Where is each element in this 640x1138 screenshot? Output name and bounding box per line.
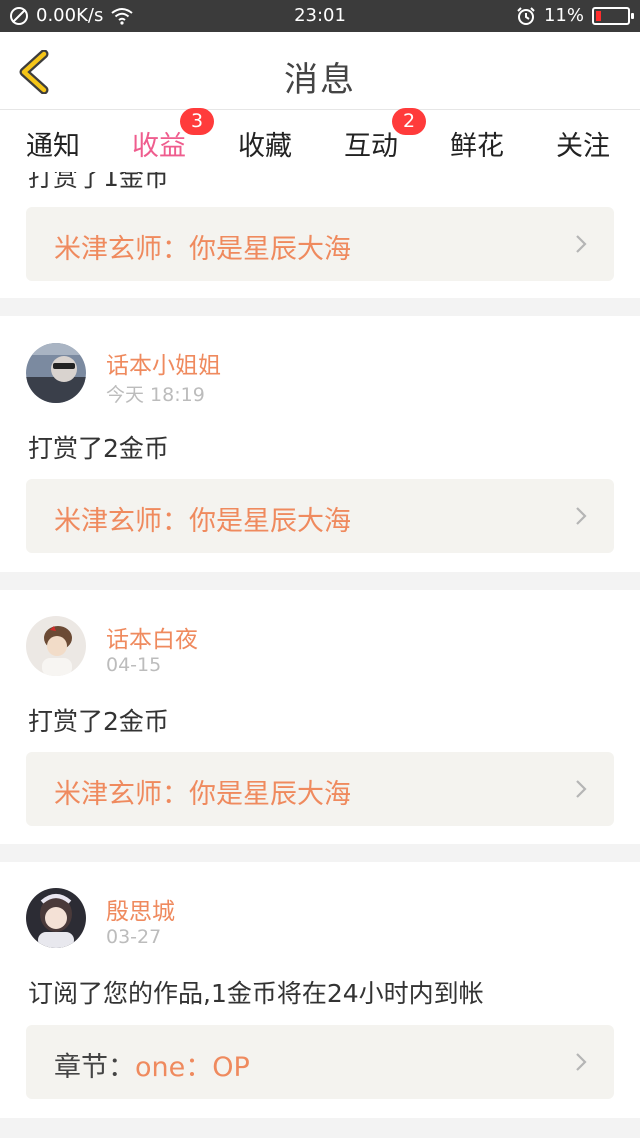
work-link[interactable]: 米津玄师：你是星辰大海 <box>26 207 614 281</box>
message-card: 话本白夜 04-15 打赏了2金币 米津玄师：你是星辰大海 <box>0 590 640 844</box>
chapter-prefix: 章节： <box>54 1052 135 1083</box>
work-link[interactable]: 米津玄师：你是星辰大海 <box>26 479 614 553</box>
message-text: 打赏了2金币 <box>28 434 169 463</box>
tab-label: 收益 <box>132 131 186 162</box>
battery-icon <box>592 6 634 25</box>
chapter-link[interactable]: 章节：one：OP <box>26 1025 614 1099</box>
message-card: 打赏了1金币 米津玄师：你是星辰大海 <box>0 172 640 298</box>
unread-badge: 3 <box>180 108 214 135</box>
tab-label: 互动 <box>344 131 398 162</box>
user-name[interactable]: 话本白夜 <box>106 620 198 654</box>
work-link[interactable]: 米津玄师：你是星辰大海 <box>26 752 614 826</box>
user-name[interactable]: 话本小姐姐 <box>106 346 221 380</box>
message-date: 03-27 <box>106 926 162 948</box>
chapter-title: 章节：one：OP <box>54 1045 250 1084</box>
chapter-name: one：OP <box>135 1052 250 1083</box>
tab-earnings[interactable]: 收益 3 <box>132 108 214 177</box>
battery-percent: 11% <box>543 5 584 26</box>
message-text: 订阅了您的作品,1金币将在24小时内到帐 <box>28 979 484 1008</box>
user-name[interactable]: 殷思城 <box>106 892 175 926</box>
message-card: 话本小姐姐 今天 18:19 打赏了2金币 米津玄师：你是星辰大海 <box>0 316 640 572</box>
message-date: 04-15 <box>106 654 162 676</box>
page-title: 消息 <box>284 60 356 100</box>
tab-label: 鲜花 <box>450 131 504 162</box>
tab-interactions[interactable]: 互动 2 <box>344 108 426 163</box>
avatar[interactable] <box>26 343 86 403</box>
message-card: 殷思城 03-27 订阅了您的作品,1金币将在24小时内到帐 章节：one：OP <box>0 862 640 1118</box>
work-title: 米津玄师：你是星辰大海 <box>54 779 351 810</box>
work-title: 米津玄师：你是星辰大海 <box>54 234 351 265</box>
tab-flowers[interactable]: 鲜花 <box>450 124 504 163</box>
navigation-header: 消息 <box>0 32 640 110</box>
tab-notifications[interactable]: 通知 <box>26 124 80 163</box>
message-date: 今天 18:19 <box>106 384 205 406</box>
tab-following[interactable]: 关注 <box>556 124 610 163</box>
avatar[interactable] <box>26 888 86 948</box>
avatar[interactable] <box>26 616 86 676</box>
status-bar: 0.00K/s 23:01 11% <box>0 0 640 32</box>
chevron-right-icon <box>576 235 587 253</box>
tab-label: 收藏 <box>238 131 292 162</box>
work-title: 米津玄师：你是星辰大海 <box>54 506 351 537</box>
alarm-icon <box>517 6 535 25</box>
chevron-right-icon <box>576 780 587 798</box>
tab-label: 通知 <box>26 131 80 162</box>
chevron-right-icon <box>576 1053 587 1071</box>
tab-bar: 通知 收益 3 收藏 互动 2 鲜花 关注 <box>0 108 640 177</box>
message-text: 打赏了1金币 <box>28 172 169 192</box>
tab-favorites[interactable]: 收藏 <box>238 124 292 163</box>
unread-badge: 2 <box>392 108 426 135</box>
message-list[interactable]: 打赏了1金币 米津玄师：你是星辰大海 话本小姐姐 今天 18:19 打赏了2金币… <box>0 172 640 1138</box>
tab-label: 关注 <box>556 131 610 162</box>
chevron-right-icon <box>576 507 587 525</box>
message-text: 打赏了2金币 <box>28 707 169 736</box>
